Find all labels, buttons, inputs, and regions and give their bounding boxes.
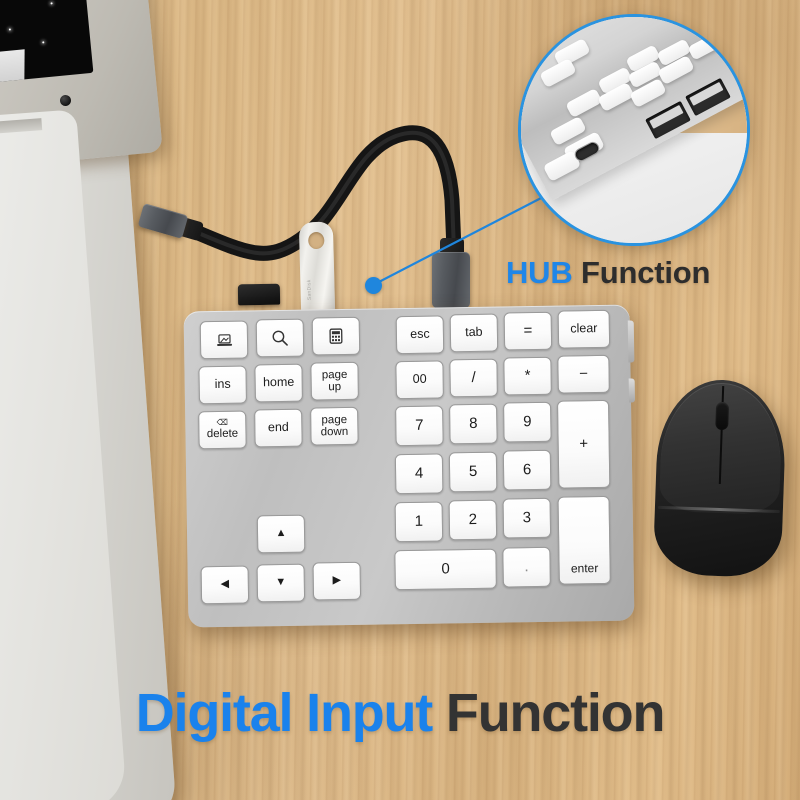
tab-key-label: tab <box>465 325 483 340</box>
home-key-label: home <box>262 375 295 390</box>
numeric-keypad: ins home page up ⌫ delete end page down … <box>183 304 636 628</box>
num-2-key[interactable]: 2 <box>448 499 498 541</box>
usb-flash-drive: SanDisk <box>298 221 336 315</box>
keypad-side-port-tab-2 <box>628 378 636 403</box>
page-up-key[interactable]: page up <box>310 361 359 401</box>
usb-dongle <box>237 283 281 306</box>
arrow-down-icon: ▼ <box>275 576 287 589</box>
num-2-label: 2 <box>468 511 478 529</box>
num-4-label: 4 <box>414 464 424 483</box>
backspace-icon: ⌫ <box>216 418 229 428</box>
arrow-right-key[interactable]: ▶ <box>312 561 362 601</box>
arrow-left-icon: ◀ <box>220 578 230 591</box>
arrow-left-key[interactable]: ◀ <box>200 565 250 605</box>
usb-c-connector-keypad-end <box>432 252 470 308</box>
minus-key-label: − <box>579 365 589 383</box>
decimal-point-key[interactable]: . <box>502 546 551 588</box>
mouse-scroll-wheel <box>715 401 730 431</box>
arrow-right-icon: ▶ <box>332 574 342 587</box>
num-8-key[interactable]: 8 <box>449 403 498 445</box>
num-5-key[interactable]: 5 <box>448 451 498 493</box>
num-8-label: 8 <box>469 415 478 433</box>
end-key-label: end <box>267 420 289 435</box>
num-1-label: 1 <box>414 512 424 531</box>
hub-magnifier-callout <box>518 14 750 246</box>
multiply-key[interactable]: * <box>503 356 552 396</box>
esc-key-label: esc <box>410 327 430 342</box>
wireless-mouse <box>652 377 788 579</box>
num-0-key[interactable]: 0 <box>394 548 497 591</box>
search-key[interactable] <box>255 318 305 358</box>
num-5-label: 5 <box>468 463 478 481</box>
plus-key-label: + <box>579 435 589 453</box>
ins-key[interactable]: ins <box>198 365 247 405</box>
home-key[interactable]: home <box>254 363 303 403</box>
hub-label-dark: Function <box>580 255 711 290</box>
divide-key[interactable]: / <box>449 358 498 398</box>
clear-key[interactable]: clear <box>557 309 611 349</box>
arrow-up-icon: ▲ <box>275 527 287 540</box>
enter-key[interactable]: enter <box>557 495 611 585</box>
calculator-icon <box>329 328 343 344</box>
page-up-line1: page <box>321 368 348 382</box>
multiply-key-label: * <box>524 367 531 385</box>
calculator-key[interactable] <box>311 316 361 356</box>
double-zero-key[interactable]: 00 <box>395 360 444 400</box>
num-1-key[interactable]: 1 <box>394 501 444 543</box>
num-6-label: 6 <box>522 461 532 479</box>
enter-key-label: enter <box>570 561 599 576</box>
callout-anchor-dot <box>365 277 382 294</box>
page-down-key[interactable]: page down <box>310 406 359 446</box>
num-4-key[interactable]: 4 <box>394 453 444 495</box>
num-9-key[interactable]: 9 <box>503 401 552 443</box>
double-zero-key-label: 00 <box>412 372 427 387</box>
esc-key[interactable]: esc <box>395 315 445 355</box>
flash-drive-keyring-hole <box>308 231 325 250</box>
num-9-label: 9 <box>523 413 532 431</box>
num-0-label: 0 <box>441 560 450 578</box>
minus-key[interactable]: − <box>557 354 610 394</box>
product-scene: 🔒 delete enter return ⇧ shift SanDisk <box>0 0 800 800</box>
page-down-line1: page <box>321 413 348 427</box>
flash-drive-etched-text: SanDisk <box>306 279 313 301</box>
screenshot-laptop-icon <box>215 332 232 347</box>
hub-label-accent: HUB <box>506 255 573 290</box>
equals-key-label: = <box>523 322 533 340</box>
hub-function-label: HUB Function <box>506 255 710 291</box>
equals-key[interactable]: = <box>503 311 553 351</box>
num-7-key[interactable]: 7 <box>395 405 444 447</box>
num-7-label: 7 <box>415 416 424 435</box>
divide-key-label: / <box>471 369 476 387</box>
decimal-point-label: . <box>524 557 529 575</box>
clear-key-label: clear <box>570 321 598 336</box>
num-6-key[interactable]: 6 <box>502 449 552 491</box>
keypad-side-port-tab-1 <box>627 320 635 363</box>
delete-key-label: delete <box>206 428 239 441</box>
end-key[interactable]: end <box>254 408 303 448</box>
search-icon <box>271 329 289 347</box>
bottom-caption-accent: Digital Input <box>135 683 434 743</box>
plus-key[interactable]: + <box>556 399 611 489</box>
arrow-up-key[interactable]: ▲ <box>256 514 306 554</box>
screenshot-laptop-key[interactable] <box>199 320 249 360</box>
bottom-caption-dark: Function <box>445 683 666 743</box>
num-3-key[interactable]: 3 <box>502 497 552 539</box>
ins-key-label: ins <box>214 377 231 392</box>
page-down-line2: down <box>320 425 349 439</box>
delete-key[interactable]: ⌫ delete <box>198 410 247 450</box>
num-3-label: 3 <box>522 509 532 527</box>
page-up-line2: up <box>328 381 342 394</box>
bottom-caption: Digital Input Function <box>0 682 800 744</box>
arrow-down-key[interactable]: ▼ <box>256 563 306 603</box>
tab-key[interactable]: tab <box>449 313 499 353</box>
